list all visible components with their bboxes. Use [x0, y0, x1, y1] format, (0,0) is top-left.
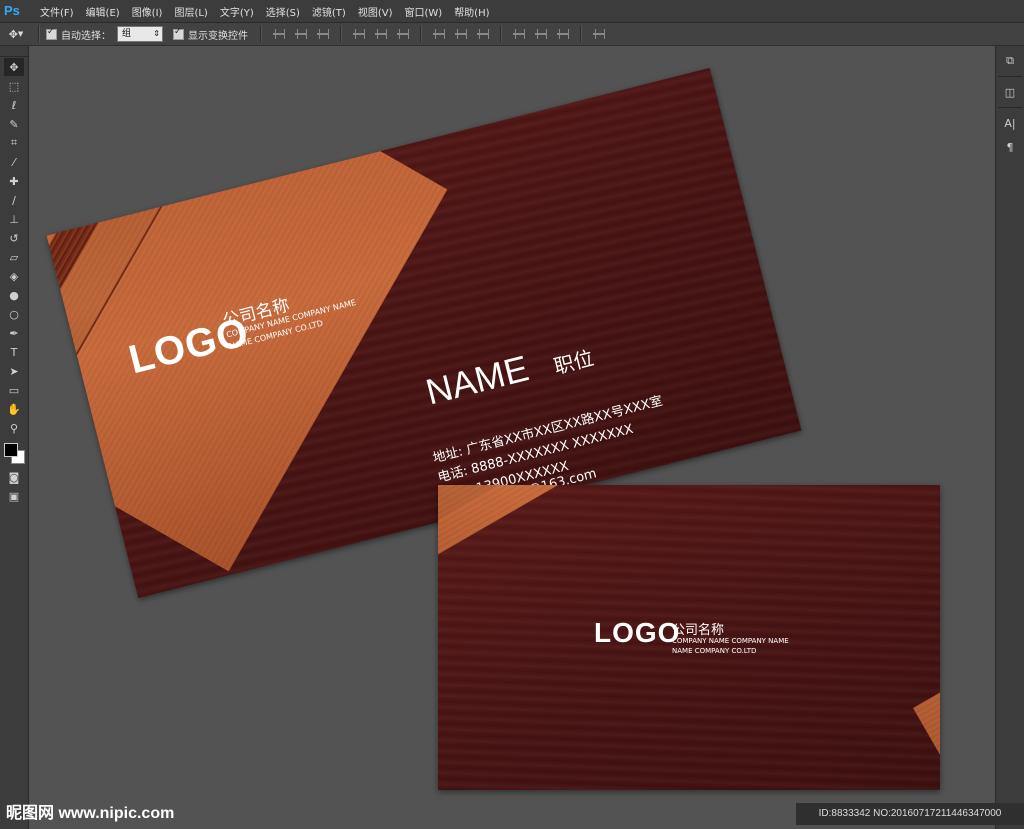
layers-panel-icon[interactable]: ◫ [1000, 83, 1020, 101]
align-vcenter-icon[interactable] [295, 28, 307, 40]
brush-icon[interactable]: ∕ [4, 191, 24, 209]
color-swatches[interactable] [0, 441, 28, 467]
distribute-bottom-icon[interactable] [477, 28, 489, 40]
menu-window[interactable]: 窗口(W) [398, 4, 448, 19]
panel-grip[interactable] [0, 46, 28, 57]
front-job-title: 职位 [551, 345, 597, 379]
divider [38, 26, 40, 42]
divider [500, 26, 502, 42]
move-icon[interactable]: ✥ [4, 58, 24, 76]
rectangle-icon[interactable]: ▭ [4, 381, 24, 399]
auto-select-dropdown[interactable]: 组 [117, 26, 163, 42]
marquee-icon[interactable]: ⬚ [4, 77, 24, 95]
divider [580, 26, 582, 42]
align-left-icon[interactable] [353, 28, 365, 40]
divider [420, 26, 422, 42]
menu-select[interactable]: 选择(S) [260, 4, 306, 19]
align-top-icon[interactable] [273, 28, 285, 40]
screen-mode-icon[interactable]: ▣ [4, 487, 24, 505]
auto-select-checkbox[interactable] [46, 27, 57, 40]
crop-icon[interactable]: ⌗ [4, 134, 24, 152]
menu-help[interactable]: 帮助(H) [448, 4, 495, 19]
foreground-color[interactable] [4, 443, 18, 457]
divider [998, 76, 1022, 77]
show-transform-checkbox[interactable] [173, 27, 184, 40]
divider [340, 26, 342, 42]
history-panel-icon[interactable]: ⧉ [1000, 52, 1020, 70]
healing-brush-icon[interactable]: ✚ [4, 172, 24, 190]
zoom-icon[interactable]: ⚲ [4, 419, 24, 437]
distribute-top-icon[interactable] [433, 28, 445, 40]
auto-select-label: 自动选择： [61, 30, 111, 42]
front-person-name: NAME [421, 347, 533, 413]
distribute-right-icon[interactable] [557, 28, 569, 40]
tool-preset-picker[interactable]: ✥ ▼ [0, 24, 32, 44]
type-icon[interactable]: T [4, 343, 24, 361]
distribute-left-icon[interactable] [513, 28, 525, 40]
menu-filter[interactable]: 滤镜(T) [306, 4, 352, 19]
photoshop-logo: Ps [4, 3, 20, 18]
eraser-icon[interactable]: ▱ [4, 248, 24, 266]
watermark-id: ID:8833342 NO:20160717211446347000 [796, 803, 1024, 825]
quick-mask-icon[interactable]: ◙ [4, 468, 24, 486]
paragraph-panel-icon[interactable]: ¶ [1000, 138, 1020, 156]
align-hcenter-icon[interactable] [375, 28, 387, 40]
move-icon: ✥ [8, 27, 18, 41]
clone-stamp-icon[interactable]: ⊥ [4, 210, 24, 228]
tools-panel: ✥ ⬚ ℓ ✎ ⌗ ⁄ ✚ ∕ ⊥ ↺ ▱ ◈ ● ○ ✒ T ➤ ▭ ✋ ⚲ … [0, 46, 29, 829]
paint-bucket-icon[interactable]: ◈ [4, 267, 24, 285]
menu-view[interactable]: 视图(V) [352, 4, 399, 19]
distribute-hcenter-icon[interactable] [535, 28, 547, 40]
options-bar: ✥▼ 自动选择： 组 显示变换控件 [0, 23, 1024, 46]
auto-align-icon[interactable] [593, 28, 605, 40]
align-right-icon[interactable] [397, 28, 409, 40]
menu-image[interactable]: 图像(I) [126, 4, 169, 19]
back-wood-panel-inner-br [913, 543, 940, 760]
back-company-en-2: NAME COMPANY CO.LTD [672, 647, 757, 655]
character-panel-icon[interactable]: A| [1000, 114, 1020, 132]
menu-layer[interactable]: 图层(L) [168, 4, 213, 19]
back-company-en-1: COMPANY NAME COMPANY NAME [672, 637, 789, 645]
menu-bar: Ps 文件(F) 编辑(E) 图像(I) 图层(L) 文字(Y) 选择(S) 滤… [0, 0, 1024, 23]
menu-edit[interactable]: 编辑(E) [80, 4, 126, 19]
back-wood-panel-outer-tl [438, 485, 653, 611]
divider [998, 107, 1022, 108]
align-bottom-icon[interactable] [317, 28, 329, 40]
right-panel-dock: ⧉ ◫ A| ¶ [995, 46, 1024, 829]
blur-icon[interactable]: ● [4, 286, 24, 304]
show-transform-label: 显示变换控件 [188, 30, 248, 42]
quick-select-icon[interactable]: ✎ [4, 115, 24, 133]
chevron-down-icon: ▼ [17, 30, 24, 38]
path-select-icon[interactable]: ➤ [4, 362, 24, 380]
divider [260, 26, 262, 42]
menu-file[interactable]: 文件(F) [34, 4, 80, 19]
back-company-cn: 公司名称 [672, 623, 725, 638]
history-brush-icon[interactable]: ↺ [4, 229, 24, 247]
dodge-icon[interactable]: ○ [4, 305, 24, 323]
hand-icon[interactable]: ✋ [4, 400, 24, 418]
business-card-back: LOGO 公司名称 COMPANY NAME COMPANY NAME NAME… [438, 485, 940, 790]
pen-icon[interactable]: ✒ [4, 324, 24, 342]
distribute-vcenter-icon[interactable] [455, 28, 467, 40]
eyedropper-icon[interactable]: ⁄ [4, 153, 24, 171]
lasso-icon[interactable]: ℓ [4, 96, 24, 114]
menu-type[interactable]: 文字(Y) [214, 4, 260, 19]
watermark-site: 昵图网 www.nipic.com [6, 805, 175, 822]
back-logo: LOGO [594, 617, 681, 648]
